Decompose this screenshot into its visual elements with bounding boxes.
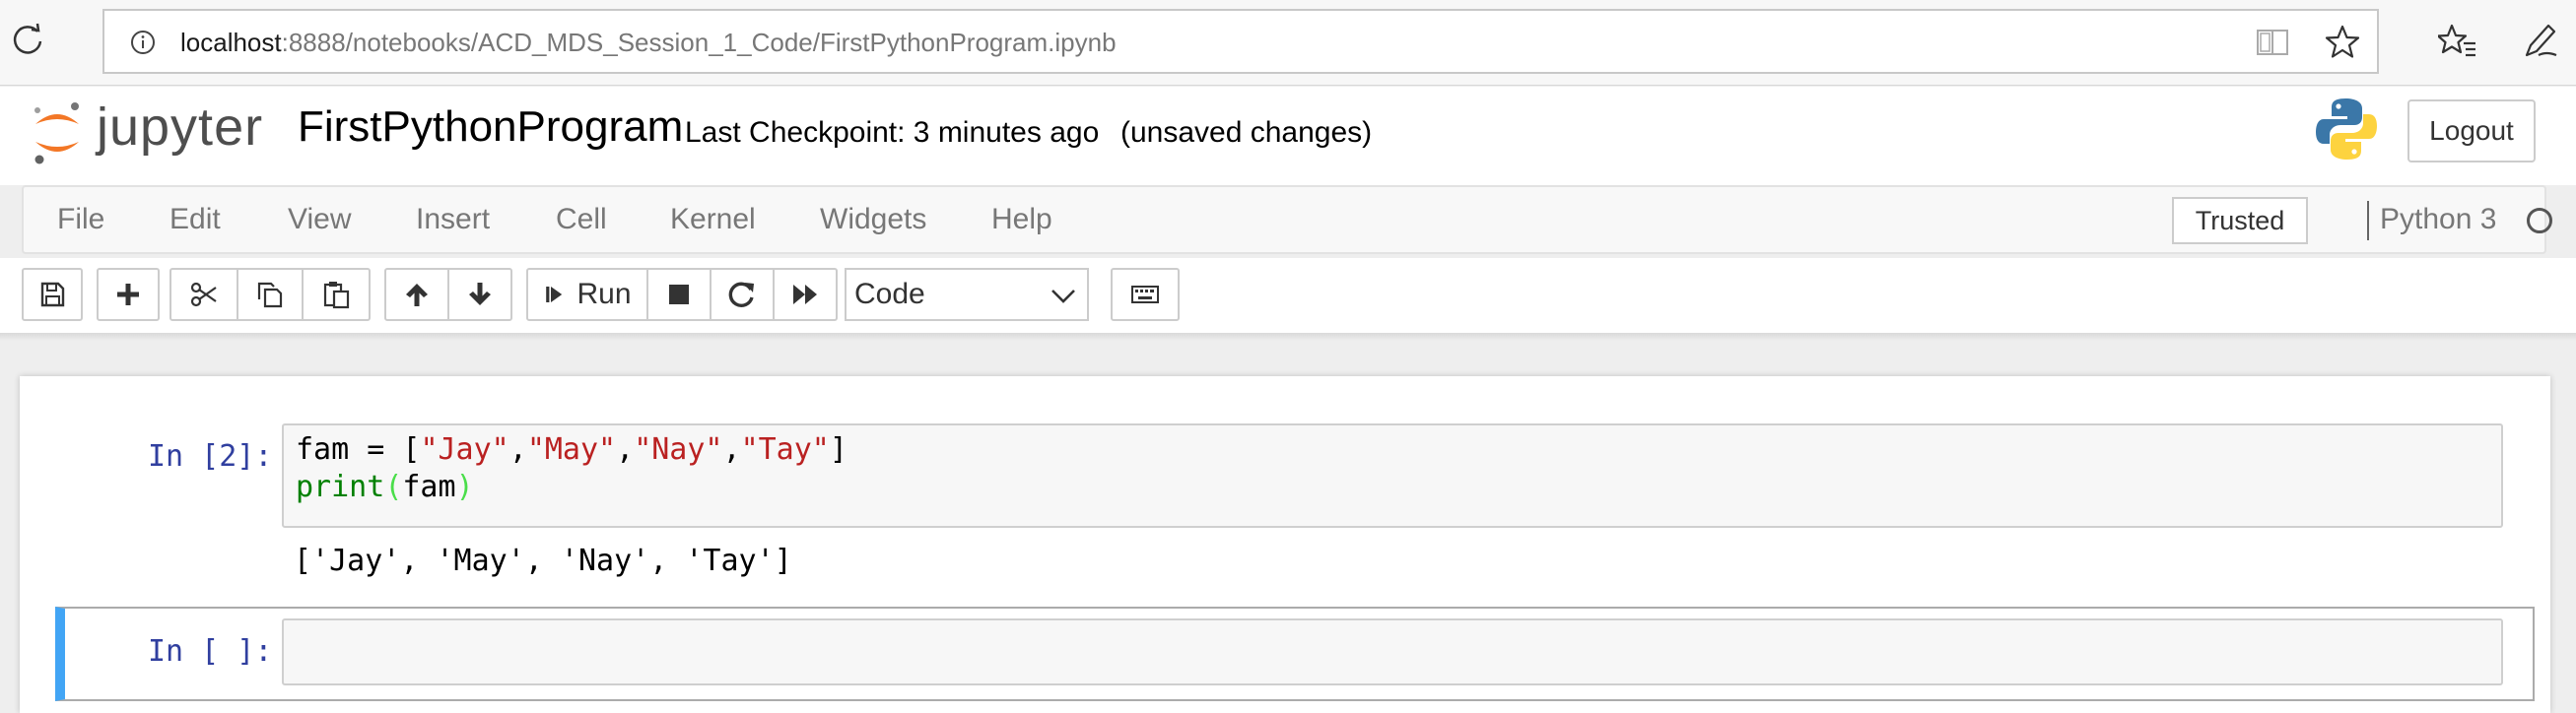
- command-palette-button[interactable]: [1111, 268, 1180, 321]
- cell-prompt: In [ ]:: [148, 634, 273, 669]
- menu-edit[interactable]: Edit: [169, 203, 221, 236]
- info-icon[interactable]: [130, 30, 156, 55]
- notebook-header: jupyter FirstPythonProgram Last Checkpoi…: [0, 87, 2576, 185]
- restart-run-all-button[interactable]: [773, 268, 838, 321]
- url-path: :8888/notebooks/ACD_MDS_Session_1_Code/F…: [281, 28, 1117, 57]
- insert-cell-button[interactable]: [97, 268, 160, 321]
- paste-button[interactable]: [302, 268, 371, 321]
- run-label: Run: [576, 278, 632, 310]
- kernel-idle-indicator-icon: [2527, 208, 2552, 233]
- restart-kernel-button[interactable]: [710, 268, 775, 321]
- kernel-name: Python 3: [2380, 203, 2497, 235]
- url-host: localhost: [180, 28, 282, 57]
- menubar: File Edit View Insert Cell Kernel Widget…: [22, 185, 2552, 254]
- scissors-icon: [190, 282, 217, 307]
- checkpoint-status: Last Checkpoint: 3 minutes ago: [685, 116, 1100, 149]
- cell-output: ['Jay', 'May', 'Nay', 'Tay']: [294, 544, 792, 578]
- interrupt-kernel-button[interactable]: [646, 268, 712, 321]
- menu-insert[interactable]: Insert: [416, 203, 490, 236]
- notebook-name[interactable]: FirstPythonProgram: [298, 102, 683, 152]
- cell-type-select[interactable]: Code: [845, 268, 1089, 321]
- paste-icon: [323, 282, 350, 309]
- restart-icon: [728, 282, 754, 307]
- reading-view-icon[interactable]: [2255, 27, 2290, 58]
- trusted-indicator[interactable]: Trusted: [2172, 197, 2308, 244]
- cell-type-value: Code: [854, 278, 925, 310]
- copy-icon: [257, 282, 283, 308]
- arrow-up-icon: [406, 284, 428, 306]
- notebook-container: In [2]: fam = ["Jay","May","Nay","Tay"] p…: [20, 376, 2550, 713]
- kernel-separator: [2367, 201, 2369, 240]
- copy-button[interactable]: [237, 268, 304, 321]
- cut-button[interactable]: [169, 268, 238, 321]
- move-up-button[interactable]: [384, 268, 449, 321]
- url-text[interactable]: localhost:8888/notebooks/ACD_MDS_Session…: [180, 28, 1117, 58]
- save-button[interactable]: [22, 268, 83, 321]
- autosave-status: (unsaved changes): [1120, 116, 1373, 149]
- cell-prompt: In [2]:: [148, 439, 273, 474]
- reload-icon[interactable]: [8, 20, 47, 59]
- code-cell-input[interactable]: fam = ["Jay","May","Nay","Tay"] print(fam…: [282, 423, 2503, 528]
- fast-forward-icon: [793, 285, 817, 304]
- python-logo-icon: [2316, 98, 2377, 160]
- menu-cell[interactable]: Cell: [556, 203, 607, 236]
- save-icon: [40, 282, 65, 307]
- jupyter-logo-text[interactable]: jupyter: [97, 97, 263, 158]
- menu-file[interactable]: File: [57, 203, 104, 236]
- menu-widgets[interactable]: Widgets: [820, 203, 926, 236]
- chevron-down-icon: [1051, 290, 1075, 303]
- favorites-list-icon[interactable]: [2438, 22, 2477, 61]
- move-down-button[interactable]: [447, 268, 512, 321]
- stop-icon: [669, 285, 689, 304]
- jupyter-logo-icon[interactable]: [28, 97, 87, 167]
- web-note-pen-icon[interactable]: [2521, 22, 2560, 61]
- run-button[interactable]: Run: [526, 268, 648, 321]
- selected-cell[interactable]: In [ ]:: [55, 607, 2535, 701]
- code-line: fam = ["Jay","May","Nay","Tay"]: [296, 432, 847, 467]
- logout-button[interactable]: Logout: [2407, 99, 2536, 162]
- address-bar[interactable]: localhost:8888/notebooks/ACD_MDS_Session…: [102, 9, 2379, 74]
- arrow-down-icon: [469, 283, 491, 305]
- code-line: print(fam): [296, 470, 474, 504]
- step-forward-icon: [546, 287, 563, 302]
- menu-view[interactable]: View: [288, 203, 351, 236]
- header-shadow: [0, 333, 2576, 341]
- browser-toolbar: localhost:8888/notebooks/ACD_MDS_Session…: [0, 0, 2576, 86]
- code-cell-input[interactable]: [282, 618, 2503, 685]
- keyboard-icon: [1131, 286, 1159, 303]
- menu-kernel[interactable]: Kernel: [670, 203, 756, 236]
- menu-help[interactable]: Help: [991, 203, 1052, 236]
- plus-icon: [117, 284, 139, 305]
- favorite-star-icon[interactable]: [2324, 24, 2361, 61]
- notebook-toolbar: Run Code: [0, 258, 2576, 337]
